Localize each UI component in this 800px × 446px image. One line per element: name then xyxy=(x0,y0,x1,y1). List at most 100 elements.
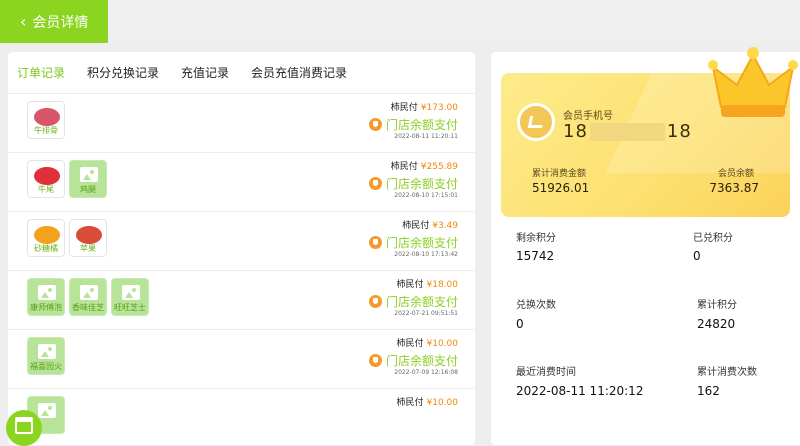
total-spend-value: 51926.01 xyxy=(532,181,590,195)
total-spend-label: 累计消费金额 xyxy=(532,169,587,179)
product-thumbnail[interactable]: 砂糖橘 xyxy=(27,219,65,257)
order-amount: ¥10.00 xyxy=(426,339,459,349)
product-name: 旺旺芝士 xyxy=(114,303,146,312)
order-time: 2022-08-10 17:13:42 xyxy=(394,251,458,258)
page-title: 会员详情 xyxy=(32,14,89,31)
phone-number: 18 18 xyxy=(563,121,692,142)
exchange-count-label: 兑换次数 xyxy=(516,300,556,311)
payment-line: 柿民付 ¥18.00 xyxy=(396,277,458,290)
payer: 柿民付 xyxy=(396,339,424,349)
order-amount: ¥3.49 xyxy=(432,221,458,231)
payer: 柿民付 xyxy=(390,162,418,172)
crown-icon xyxy=(708,47,798,117)
member-avatar xyxy=(517,103,555,141)
store-icon xyxy=(15,417,33,434)
exchanged-points-label: 已兑积分 xyxy=(693,233,733,244)
tab-orders[interactable]: 订单记录 xyxy=(17,64,65,81)
total-points-value: 24820 xyxy=(697,317,736,331)
product-thumbnail[interactable]: 苹果 xyxy=(69,219,107,257)
tab-points-exchange[interactable]: 积分兑换记录 xyxy=(87,64,159,81)
order-amount: ¥173.00 xyxy=(420,103,458,113)
order-time: 2022-07-21 09:51:51 xyxy=(394,310,458,317)
order-items: 福喜园火 xyxy=(27,337,69,375)
payer: 柿民付 xyxy=(402,221,430,231)
chevron-left-icon: ‹ xyxy=(20,11,27,31)
order-amount: ¥255.89 xyxy=(420,162,458,172)
payment-method-label: 门店余额支付 xyxy=(385,354,458,368)
image-placeholder-icon xyxy=(38,344,56,359)
order-row[interactable]: 福喜园火 柿民付 ¥10.00 门店余额支付 2022-07-09 12:16:08 xyxy=(8,330,475,389)
product-thumbnail[interactable]: 旺旺芝士 xyxy=(111,278,149,316)
payer: 柿民付 xyxy=(396,398,424,408)
order-amount: ¥18.00 xyxy=(426,280,459,290)
product-name: 香味佳芝 xyxy=(72,303,104,312)
order-items: 砂糖橘 苹果 xyxy=(27,219,111,257)
payment-line: 柿民付 ¥10.00 xyxy=(396,336,458,349)
member-balance-label: 会员余额 xyxy=(717,169,754,179)
payment-method: 门店余额支付 xyxy=(368,293,458,310)
member-balance-value: 7363.87 xyxy=(709,181,759,195)
order-items: 牛排骨 xyxy=(27,101,69,139)
order-row[interactable]: 康师傅泡 香味佳芝 旺旺芝士 柿民付 ¥18.00 门店余额支付 2022-07-2… xyxy=(8,271,475,330)
order-items: 牛尾 鸡腿 xyxy=(27,160,111,198)
tab-member-recharge-consume[interactable]: 会员充值消费记录 xyxy=(251,64,347,81)
payer: 柿民付 xyxy=(396,280,424,290)
remaining-points-value: 15742 xyxy=(516,249,555,263)
exchanged-points-value: 0 xyxy=(693,249,701,263)
image-placeholder-icon xyxy=(38,403,56,418)
wallet-icon xyxy=(368,295,382,308)
order-row[interactable]: 柿民付 ¥10.00 xyxy=(8,389,475,445)
order-amount: ¥10.00 xyxy=(426,398,459,408)
last-consume-time-value: 2022-08-11 11:20:12 xyxy=(516,384,644,398)
order-time: 2022-08-10 17:15:01 xyxy=(394,192,458,199)
wallet-icon xyxy=(368,354,382,367)
product-name: 苹果 xyxy=(80,244,96,253)
order-row[interactable]: 砂糖橘 苹果 柿民付 ¥3.49 门店余额支付 2022-08-10 17:13:4… xyxy=(8,212,475,271)
payment-line: 柿民付 ¥3.49 xyxy=(402,218,458,231)
top-bar: ‹ 会员详情 xyxy=(0,0,800,43)
tab-bar: 订单记录 积分兑换记录 充值记录 会员充值消费记录 xyxy=(8,52,475,94)
product-thumbnail[interactable]: 康师傅泡 xyxy=(27,278,65,316)
product-name: 鸡腿 xyxy=(80,185,96,194)
product-thumbnail[interactable]: 福喜园火 xyxy=(27,337,65,375)
remaining-points-label: 剩余积分 xyxy=(516,233,556,244)
product-thumbnail[interactable]: 鸡腿 xyxy=(69,160,107,198)
image-placeholder-icon xyxy=(80,285,98,300)
payment-method-label: 门店余额支付 xyxy=(385,118,458,132)
order-panel: 订单记录 积分兑换记录 充值记录 会员充值消费记录 牛排骨 柿民付 ¥173.00… xyxy=(8,52,475,445)
consume-count-label: 累计消费次数 xyxy=(697,367,757,378)
phone-mask xyxy=(589,123,665,141)
image-placeholder-icon xyxy=(122,285,140,300)
last-consume-time-label: 最近消费时间 xyxy=(516,367,576,378)
payment-line: 柿民付 ¥173.00 xyxy=(391,100,458,113)
payment-line: 柿民付 ¥255.89 xyxy=(391,159,458,172)
consume-count-value: 162 xyxy=(697,384,720,398)
phone-label: 会员手机号 xyxy=(563,111,613,122)
wallet-icon xyxy=(368,236,382,249)
product-thumbnail[interactable]: 牛排骨 xyxy=(27,101,65,139)
wallet-icon xyxy=(368,118,382,131)
image-placeholder-icon xyxy=(38,285,56,300)
product-thumbnail[interactable]: 牛尾 xyxy=(27,160,65,198)
total-points-label: 累计积分 xyxy=(697,300,737,311)
payment-method: 门店余额支付 xyxy=(368,352,458,369)
payer: 柿民付 xyxy=(390,103,418,113)
order-row[interactable]: 牛尾 鸡腿 柿民付 ¥255.89 门店余额支付 2022-08-10 17:15:… xyxy=(8,153,475,212)
payment-method-label: 门店余额支付 xyxy=(385,236,458,250)
back-button[interactable]: ‹ 会员详情 xyxy=(0,0,108,43)
payment-line: 柿民付 ¥10.00 xyxy=(396,395,458,408)
product-name: 牛排骨 xyxy=(34,126,58,135)
tab-recharge[interactable]: 充值记录 xyxy=(181,64,229,81)
image-placeholder-icon xyxy=(80,167,98,182)
store-button[interactable] xyxy=(6,410,42,446)
wallet-icon xyxy=(368,177,382,190)
product-name: 康师傅泡 xyxy=(30,303,62,312)
payment-method: 门店余额支付 xyxy=(368,116,458,133)
phone-suffix: 18 xyxy=(666,121,692,142)
order-time: 2022-08-11 11:20:11 xyxy=(394,133,458,140)
order-row[interactable]: 牛排骨 柿民付 ¥173.00 门店余额支付 2022-08-11 11:20:11 xyxy=(8,94,475,153)
order-items: 康师傅泡 香味佳芝 旺旺芝士 xyxy=(27,278,153,316)
phone-prefix: 18 xyxy=(563,121,588,142)
product-thumbnail[interactable]: 香味佳芝 xyxy=(69,278,107,316)
product-name: 福喜园火 xyxy=(30,362,62,371)
